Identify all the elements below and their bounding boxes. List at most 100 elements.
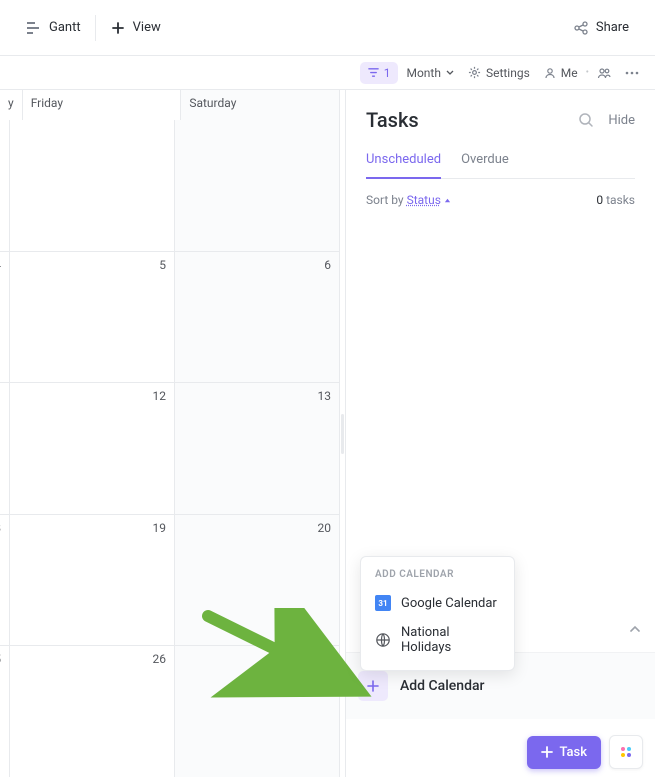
national-holidays-label: National Holidays — [401, 625, 500, 655]
national-holidays-option[interactable]: National Holidays — [361, 618, 514, 662]
sort-row: Sort by Status 0 tasks — [346, 179, 655, 221]
date-number: 5 — [159, 258, 166, 272]
month-dropdown[interactable]: Month — [400, 62, 459, 84]
floating-buttons: Task — [527, 735, 643, 769]
share-label: Share — [596, 20, 629, 35]
calendar-cell[interactable]: 26 — [10, 646, 175, 777]
tab-overdue[interactable]: Overdue — [461, 152, 509, 178]
panel-title: Tasks — [366, 108, 419, 132]
date-number: 26 — [153, 652, 167, 666]
chevron-up-icon — [629, 623, 641, 635]
calendar-cell[interactable] — [175, 120, 339, 251]
calendar-cell[interactable]: 20 — [175, 515, 339, 646]
sort-control[interactable]: Sort by Status — [366, 193, 451, 207]
ellipsis-icon — [625, 71, 639, 75]
calendar-body: 4 5 6 11 12 13 18 19 20 25 26 27 — [0, 120, 339, 777]
gear-icon — [468, 66, 481, 79]
date-number: 12 — [153, 389, 167, 403]
popover-title: ADD CALENDAR — [361, 565, 514, 588]
calendar-row: 25 26 27 — [0, 645, 339, 777]
top-bar: Gantt View Share — [0, 0, 655, 56]
chevron-down-icon — [446, 69, 454, 77]
date-number: 13 — [318, 389, 332, 403]
calendar-cell[interactable] — [10, 120, 175, 251]
calendar-cell[interactable]: 19 — [10, 515, 175, 646]
main-area: y Friday Saturday 4 5 6 11 12 13 18 19 — [0, 90, 655, 777]
calendar-cell[interactable]: 13 — [175, 383, 339, 514]
google-calendar-icon: 31 — [375, 595, 391, 611]
plus-icon — [110, 20, 126, 36]
calendar-cell[interactable]: 6 — [175, 252, 339, 383]
tasks-panel: Tasks Hide Unscheduled Overdue Sort by S… — [346, 90, 655, 777]
add-calendar-popover: ADD CALENDAR 31 Google Calendar National… — [360, 556, 515, 671]
sub-toolbar: 1 Month Settings Me • — [0, 56, 655, 90]
calendar-header-row: y Friday Saturday — [0, 90, 339, 120]
settings-button[interactable]: Settings — [462, 62, 536, 84]
filter-icon — [368, 67, 379, 78]
people-icon — [597, 67, 611, 79]
date-number: 25 — [0, 652, 1, 666]
globe-icon — [375, 632, 391, 648]
more-menu-button[interactable] — [619, 67, 645, 79]
search-icon[interactable] — [578, 112, 594, 128]
calendar-cell[interactable]: 11 — [0, 383, 10, 514]
me-button[interactable]: Me — [538, 62, 584, 84]
gantt-view-button[interactable]: Gantt — [18, 14, 89, 42]
calendar-cell[interactable]: 25 — [0, 646, 10, 777]
date-number: 4 — [0, 258, 1, 272]
hide-button[interactable]: Hide — [608, 113, 635, 128]
panel-actions: Hide — [578, 112, 635, 128]
assignees-button[interactable] — [591, 63, 617, 83]
google-calendar-label: Google Calendar — [401, 596, 497, 611]
share-icon — [573, 20, 589, 36]
topbar-left: Gantt View — [18, 14, 169, 42]
task-count: 0 tasks — [596, 193, 635, 207]
dot-separator: • — [586, 67, 589, 78]
google-calendar-option[interactable]: 31 Google Calendar — [361, 588, 514, 618]
share-button[interactable]: Share — [565, 14, 637, 42]
new-task-button[interactable]: Task — [527, 736, 601, 769]
date-number: 20 — [318, 521, 332, 535]
date-number: 18 — [0, 521, 1, 535]
collapse-section-button[interactable] — [629, 623, 641, 635]
count-unit: tasks — [606, 193, 635, 207]
calendar-cell[interactable]: 12 — [10, 383, 175, 514]
calendar-header-cell: Friday — [23, 90, 182, 120]
sort-asc-icon — [444, 197, 451, 204]
calendar-header-cell: y — [0, 90, 23, 120]
calendar-row: 11 12 13 — [0, 382, 339, 514]
filter-chip[interactable]: 1 — [360, 62, 399, 84]
calendar-cell[interactable]: 4 — [0, 252, 10, 383]
date-number: 11 — [0, 389, 1, 403]
panel-header: Tasks Hide Unscheduled Overdue — [346, 90, 655, 179]
header-text: Saturday — [189, 96, 236, 110]
tab-unscheduled[interactable]: Unscheduled — [366, 152, 441, 179]
task-button-label: Task — [559, 745, 587, 760]
date-number: 19 — [153, 521, 167, 535]
sort-value[interactable]: Status — [407, 193, 451, 207]
count-number: 0 — [596, 193, 603, 207]
add-view-button[interactable]: View — [102, 14, 169, 42]
add-calendar-label: Add Calendar — [400, 678, 484, 694]
sort-value-text: Status — [407, 193, 441, 207]
sort-label: Sort by — [366, 193, 404, 207]
calendar-grid: y Friday Saturday 4 5 6 11 12 13 18 19 — [0, 90, 340, 777]
calendar-cell[interactable]: 18 — [0, 515, 10, 646]
calendar-cell[interactable] — [0, 120, 10, 251]
add-calendar-button[interactable]: Add Calendar — [358, 671, 643, 701]
month-label: Month — [406, 66, 440, 80]
settings-label: Settings — [486, 66, 530, 80]
filter-count: 1 — [384, 66, 391, 80]
separator — [95, 15, 96, 41]
calendar-cell[interactable]: 27 — [175, 646, 339, 777]
calendar-row: 18 19 20 — [0, 514, 339, 646]
date-number: 27 — [318, 652, 332, 666]
gantt-icon — [26, 20, 42, 36]
person-icon — [544, 67, 556, 79]
apps-button[interactable] — [609, 735, 643, 769]
view-label: View — [133, 20, 161, 35]
header-text: y — [8, 96, 14, 110]
calendar-cell[interactable]: 5 — [10, 252, 175, 383]
date-number: 6 — [324, 258, 331, 272]
apps-grid-icon — [618, 744, 634, 760]
